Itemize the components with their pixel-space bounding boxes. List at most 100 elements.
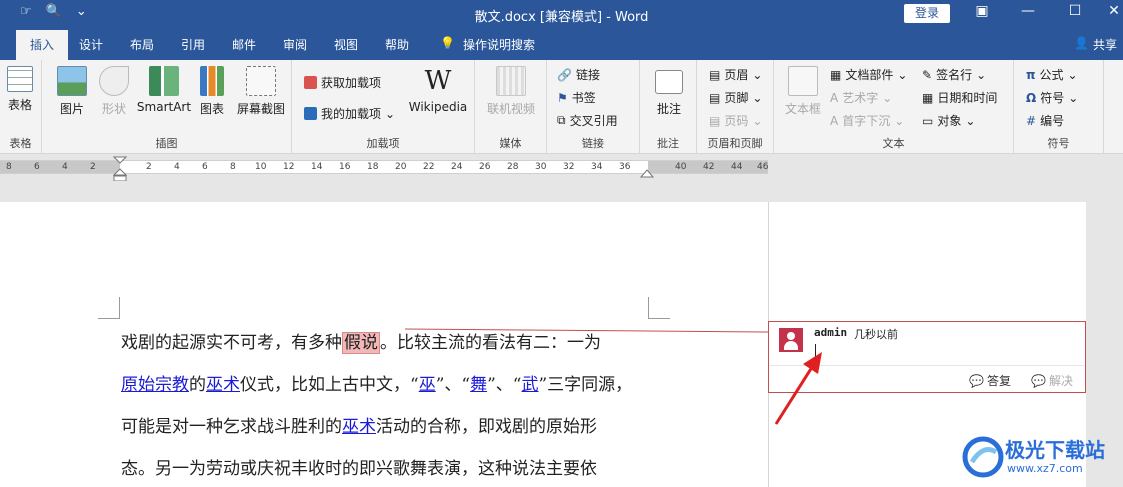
wordart-button[interactable]: A 艺术字 ⌄ bbox=[830, 89, 892, 106]
right-indent-marker-icon[interactable] bbox=[640, 166, 654, 178]
new-comment-label: 批注 bbox=[656, 102, 681, 116]
hyperlink[interactable]: 巫术 bbox=[206, 375, 240, 395]
object-label: 对象 bbox=[937, 114, 962, 128]
wikipedia-button[interactable]: W Wikipedia bbox=[408, 66, 468, 114]
hyperlink[interactable]: 原始宗教 bbox=[121, 375, 189, 395]
chevron-down-icon: ⌄ bbox=[1068, 90, 1079, 105]
screenshot-button[interactable]: 屏幕截图 bbox=[232, 66, 290, 117]
group-header-footer: ▤ 页眉 ⌄ ▤ 页脚 ⌄ ▤ 页码 ⌄ 页眉和页脚 bbox=[697, 60, 774, 154]
omega-icon: Ω bbox=[1026, 90, 1037, 105]
tell-me-search[interactable]: 💡 操作说明搜索 bbox=[440, 36, 535, 53]
textbox-button[interactable]: 文本框 bbox=[780, 66, 826, 117]
commented-text[interactable]: 假说 bbox=[342, 332, 380, 354]
group-label-illustrations: 插图 bbox=[155, 137, 178, 150]
comment-time: 几秒以前 bbox=[854, 328, 898, 341]
hyperlink[interactable]: 武 bbox=[521, 375, 538, 395]
tab-help[interactable]: 帮助 bbox=[385, 36, 409, 53]
cross-reference-button[interactable]: ⧉ 交叉引用 bbox=[557, 112, 618, 129]
reply-button[interactable]: 💬 答复 bbox=[969, 372, 1011, 389]
signature-line-button[interactable]: ✎ 签名行 ⌄ bbox=[922, 66, 986, 83]
indent-marker-icon[interactable] bbox=[113, 156, 127, 182]
ruler-tick: 42 bbox=[703, 162, 715, 172]
tab-design[interactable]: 设计 bbox=[79, 36, 103, 53]
bookmark-button[interactable]: ⚑ 书签 bbox=[557, 89, 596, 106]
footer-button[interactable]: ▤ 页脚 ⌄ bbox=[709, 89, 762, 106]
get-addins-button[interactable]: 获取加载项 bbox=[304, 74, 381, 91]
new-comment-button[interactable]: 批注 bbox=[644, 66, 694, 117]
share-button[interactable]: 👤 共享 bbox=[1074, 36, 1117, 53]
table-button[interactable]: 表格 bbox=[0, 66, 40, 113]
text-run: 戏剧的起源实不可考，有多种 bbox=[121, 333, 342, 353]
body-paragraph[interactable]: 戏剧的起源实不可考，有多种 假说 。比较主流的看法有二：一为 原始宗教的巫术仪式，比… bbox=[121, 330, 661, 487]
login-button[interactable]: 登录 bbox=[904, 4, 950, 23]
wordart-icon: A bbox=[830, 90, 839, 105]
group-label-symbols: 符号 bbox=[1047, 137, 1070, 150]
symbol-button[interactable]: Ω 符号 ⌄ bbox=[1026, 89, 1078, 106]
maximize-icon[interactable]: ☐ bbox=[1055, 3, 1095, 19]
ruler-tick: 12 bbox=[283, 162, 295, 172]
tab-review[interactable]: 审阅 bbox=[283, 36, 307, 53]
quick-parts-button[interactable]: ▦ 文档部件 ⌄ bbox=[830, 66, 907, 83]
pictures-button[interactable]: 图片 bbox=[52, 66, 92, 117]
shapes-icon bbox=[99, 66, 129, 96]
tab-insert[interactable]: 插入 bbox=[16, 30, 69, 60]
group-label-header-footer: 页眉和页脚 bbox=[707, 137, 763, 150]
smartart-button[interactable]: SmartArt bbox=[136, 66, 192, 114]
screenshot-label: 屏幕截图 bbox=[236, 102, 285, 116]
close-icon[interactable]: ✕ bbox=[1094, 3, 1123, 19]
comment-icon bbox=[655, 70, 683, 94]
screenshot-icon bbox=[246, 66, 276, 96]
resolve-button[interactable]: 💬 解决 bbox=[1031, 372, 1073, 389]
smartart-label: SmartArt bbox=[136, 100, 192, 114]
page-number-button[interactable]: ▤ 页码 ⌄ bbox=[709, 112, 762, 129]
text-line: 态。另一为劳动或庆祝丰收时的即兴歌舞表演，这种说法主要依 bbox=[121, 456, 661, 487]
bookmark-icon: ⚑ bbox=[557, 90, 568, 105]
chart-label: 图表 bbox=[199, 102, 224, 116]
header-button[interactable]: ▤ 页眉 ⌄ bbox=[709, 66, 762, 83]
minimize-icon[interactable]: — bbox=[1008, 3, 1048, 19]
online-video-button[interactable]: 联机视频 bbox=[483, 66, 539, 117]
ruler-tick: 8 bbox=[6, 162, 12, 172]
chevron-down-icon: ⌄ bbox=[976, 67, 987, 82]
watermark-url: www.xz7.com bbox=[1007, 462, 1083, 475]
table-label: 表格 bbox=[7, 98, 32, 112]
object-button[interactable]: ▭ 对象 ⌄ bbox=[922, 112, 975, 129]
avatar bbox=[779, 328, 803, 352]
group-label-media: 媒体 bbox=[499, 137, 522, 150]
tab-mailings[interactable]: 邮件 bbox=[232, 36, 256, 53]
text-line: 原始宗教的巫术仪式，比如上古中文，“巫”、“舞”、“武”三字同源， bbox=[121, 372, 661, 414]
crop-mark bbox=[98, 297, 120, 319]
number-button[interactable]: # 编号 bbox=[1026, 112, 1064, 129]
chart-button[interactable]: 图表 bbox=[194, 66, 230, 117]
tab-view[interactable]: 视图 bbox=[334, 36, 358, 53]
equation-button[interactable]: π 公式 ⌄ bbox=[1026, 66, 1078, 83]
tab-references[interactable]: 引用 bbox=[181, 36, 205, 53]
store-icon bbox=[304, 76, 317, 89]
site-watermark: 极光下载站 www.xz7.com bbox=[960, 432, 1120, 484]
ruler-tick: 2 bbox=[146, 162, 152, 172]
footer-label: 页脚 bbox=[724, 91, 749, 105]
date-time-label: 日期和时间 bbox=[937, 91, 998, 105]
hyperlink[interactable]: 巫术 bbox=[342, 417, 376, 437]
hyperlink[interactable]: 巫 bbox=[419, 375, 436, 395]
drop-cap-button[interactable]: A 首字下沉 ⌄ bbox=[830, 112, 904, 129]
object-icon: ▭ bbox=[922, 113, 934, 128]
group-label-text: 文本 bbox=[882, 137, 905, 150]
tab-layout[interactable]: 布局 bbox=[130, 36, 154, 53]
ruler-tick: 16 bbox=[339, 162, 351, 172]
ribbon-display-icon[interactable]: ▣ bbox=[962, 3, 1002, 19]
horizontal-ruler[interactable]: 8 6 4 2 2 4 6 8 10 12 14 16 18 20 22 24 … bbox=[0, 155, 1123, 182]
link-button[interactable]: 🔗 链接 bbox=[557, 66, 600, 83]
pi-icon: π bbox=[1026, 67, 1036, 82]
shapes-button[interactable]: 形状 bbox=[94, 66, 134, 117]
group-label-table: 表格 bbox=[9, 137, 32, 150]
hyperlink[interactable]: 舞 bbox=[470, 375, 487, 395]
ruler-tick: 4 bbox=[174, 162, 180, 172]
drop-cap-icon: A bbox=[830, 113, 839, 128]
comment-author: admin bbox=[814, 326, 848, 339]
my-addins-button[interactable]: 我的加载项 ⌄ bbox=[304, 105, 395, 122]
ruler-tick: 10 bbox=[255, 162, 267, 172]
group-links: 🔗 链接 ⚑ 书签 ⧉ 交叉引用 链接 bbox=[547, 60, 640, 154]
ruler-tick: 24 bbox=[451, 162, 463, 172]
date-time-button[interactable]: ▦ 日期和时间 bbox=[922, 89, 997, 106]
